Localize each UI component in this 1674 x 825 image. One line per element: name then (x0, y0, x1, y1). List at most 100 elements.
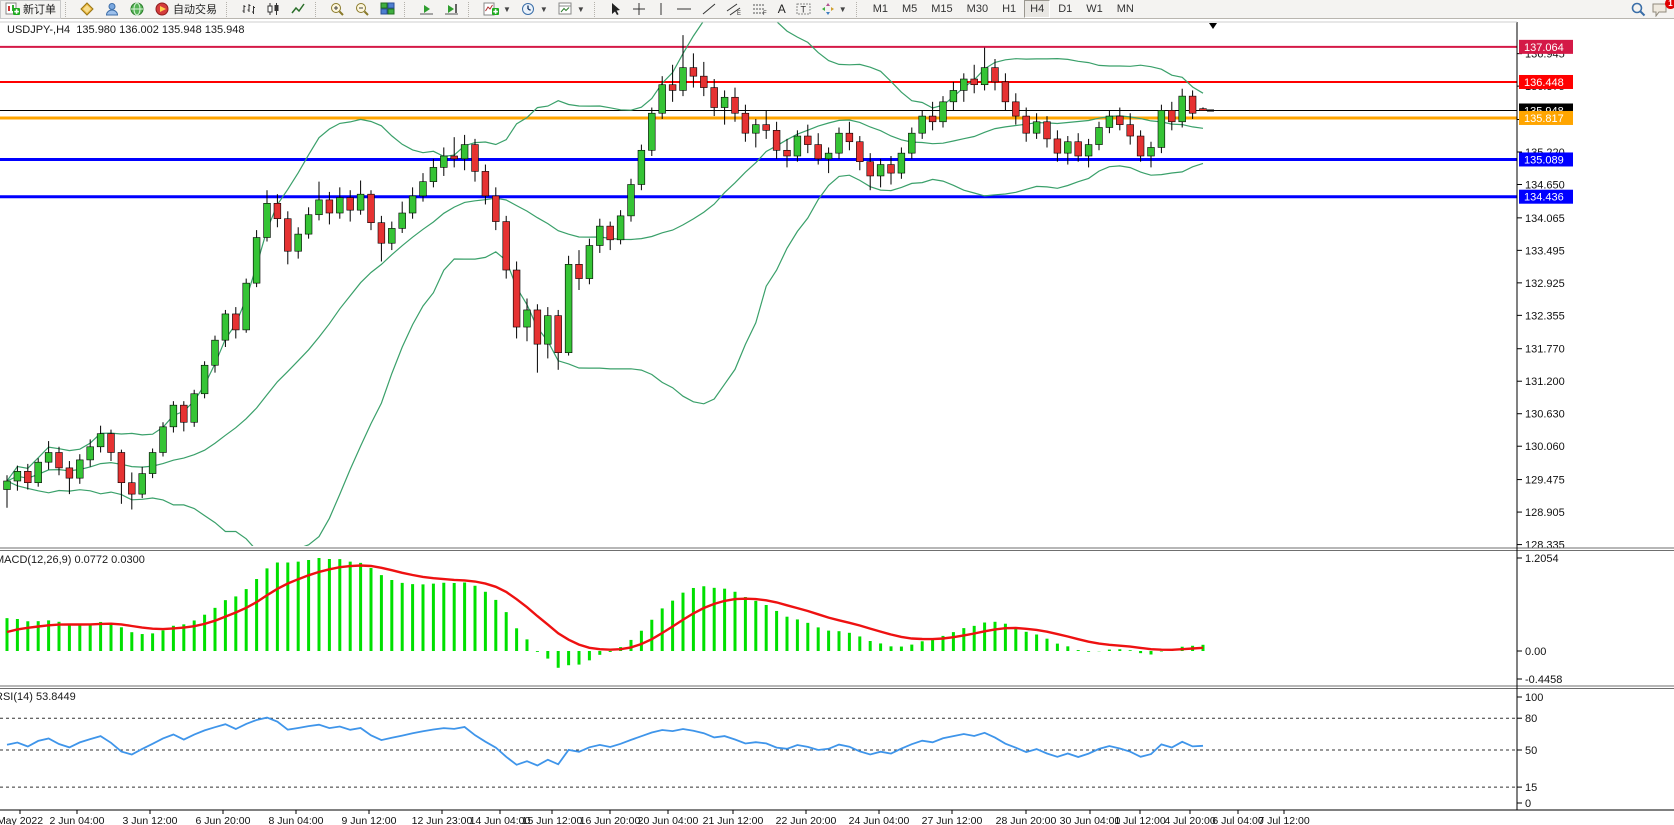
svg-text:16 Jun 20:00: 16 Jun 20:00 (580, 815, 641, 825)
bar-chart-button[interactable] (236, 0, 261, 19)
svg-text:6 Jul 04:00: 6 Jul 04:00 (1212, 815, 1264, 825)
autotrade-label: 自动交易 (173, 1, 217, 17)
chart-shift-button[interactable] (439, 0, 464, 19)
svg-text:24 Jun 04:00: 24 Jun 04:00 (849, 815, 910, 825)
svg-text:4 Jul 20:00: 4 Jul 20:00 (1164, 815, 1216, 825)
toolbar-separator (315, 2, 322, 17)
chevron-down-icon: ▼ (577, 5, 585, 14)
indicators-icon (483, 2, 499, 16)
zoom-out-button[interactable] (350, 0, 375, 19)
data-window-button[interactable] (100, 0, 125, 19)
tile-windows-icon (380, 2, 395, 16)
candlestick-chart-button[interactable] (261, 0, 286, 19)
macd-indicator-label: MACD(12,26,9) 0.0772 0.0300 (0, 554, 145, 566)
market-watch-button[interactable] (75, 0, 100, 19)
svg-text:136.448: 136.448 (1524, 77, 1564, 89)
svg-text:15: 15 (1525, 782, 1537, 794)
tab-timeframe-M5[interactable]: M5 (896, 0, 923, 18)
svg-text:100: 100 (1525, 692, 1543, 704)
zoom-out-icon (355, 2, 370, 16)
auto-scroll-icon (419, 2, 434, 16)
svg-text:130.060: 130.060 (1525, 441, 1565, 453)
svg-text:50: 50 (1525, 745, 1537, 757)
svg-text:135.817: 135.817 (1524, 113, 1564, 125)
tab-timeframe-M1[interactable]: M1 (867, 0, 894, 18)
toolbar-separator (226, 2, 233, 17)
svg-text:134.065: 134.065 (1525, 213, 1565, 225)
toolbar-separator (468, 2, 475, 17)
horizontal-line-tool-button[interactable] (671, 0, 697, 19)
autotrade-button[interactable]: 自动交易 (150, 0, 222, 19)
svg-text:128.905: 128.905 (1525, 507, 1565, 519)
new-order-label: 新订单 (23, 1, 56, 17)
arrows-icon (821, 2, 835, 16)
svg-text:9 Jun 12:00: 9 Jun 12:00 (342, 815, 397, 825)
tab-timeframe-H1[interactable]: H1 (996, 0, 1022, 18)
auto-scroll-button[interactable] (414, 0, 439, 19)
new-order-button[interactable]: 新订单 (0, 0, 61, 19)
navigator-button[interactable] (125, 0, 150, 19)
fibonacci-icon: F (752, 2, 768, 16)
fibonacci-tool-button[interactable]: F (747, 0, 773, 19)
market-watch-icon (80, 2, 95, 16)
trendline-tool-button[interactable] (697, 0, 721, 19)
svg-text:3 Jun 12:00: 3 Jun 12:00 (123, 815, 178, 825)
svg-text:128.335: 128.335 (1525, 540, 1565, 552)
svg-text:1 Jul 12:00: 1 Jul 12:00 (1114, 815, 1166, 825)
svg-text:21 Jun 12:00: 21 Jun 12:00 (703, 815, 764, 825)
svg-text:131.770: 131.770 (1525, 344, 1565, 356)
svg-text:0.00: 0.00 (1525, 646, 1546, 658)
svg-text:-0.4458: -0.4458 (1525, 674, 1562, 686)
new-order-icon (5, 2, 20, 16)
chevron-down-icon: ▼ (540, 5, 548, 14)
template-icon (558, 2, 573, 16)
tile-windows-button[interactable] (375, 0, 400, 19)
notification-badge: 1 (1665, 0, 1674, 9)
main-toolbar: 新订单 自动交易 (0, 0, 1674, 19)
svg-text:T: T (800, 5, 806, 15)
line-chart-button[interactable] (286, 0, 311, 19)
svg-text:129.475: 129.475 (1525, 475, 1565, 487)
toolbar-separator (856, 2, 863, 17)
svg-text:0: 0 (1525, 798, 1531, 810)
svg-text:15 Jun 12:00: 15 Jun 12:00 (522, 815, 583, 825)
profile-icon (105, 2, 120, 16)
tab-timeframe-MN[interactable]: MN (1111, 0, 1140, 18)
cursor-tool-button[interactable] (604, 0, 627, 19)
vertical-line-icon (656, 2, 666, 16)
zoom-in-button[interactable] (325, 0, 350, 19)
tab-timeframe-D1[interactable]: D1 (1052, 0, 1078, 18)
svg-text:2 Jun 04:00: 2 Jun 04:00 (50, 815, 105, 825)
vertical-line-tool-button[interactable] (651, 0, 671, 19)
tab-timeframe-H4[interactable]: H4 (1024, 0, 1050, 18)
templates-button[interactable]: ▼ (553, 0, 590, 19)
indicators-button[interactable]: ▼ (478, 0, 516, 19)
globe-icon (130, 2, 145, 16)
text-label-tool-button[interactable]: T (791, 0, 816, 19)
svg-text:22 Jun 20:00: 22 Jun 20:00 (776, 815, 837, 825)
tab-timeframe-M15[interactable]: M15 (925, 0, 958, 18)
arrows-tool-button[interactable]: ▼ (816, 0, 852, 19)
svg-text:134.436: 134.436 (1524, 192, 1564, 204)
periods-button[interactable]: ▼ (516, 0, 553, 19)
channel-tool-button[interactable]: E (721, 0, 747, 19)
svg-text:7 Jul 12:00: 7 Jul 12:00 (1258, 815, 1310, 825)
svg-text:80: 80 (1525, 713, 1537, 725)
chart-canvas[interactable]: 136.945136.375135.790135.220134.650134.0… (0, 19, 1674, 825)
bar-chart-icon (241, 2, 256, 16)
toolbar-separator (594, 2, 601, 17)
chart-window[interactable]: 136.945136.375135.790135.220134.650134.0… (0, 19, 1674, 825)
text-tool-button[interactable]: A (773, 0, 791, 19)
candlestick-chart-icon (266, 2, 281, 16)
svg-text:27 Jun 12:00: 27 Jun 12:00 (922, 815, 983, 825)
tab-timeframe-M30[interactable]: M30 (961, 0, 994, 18)
chevron-down-icon: ▼ (503, 5, 511, 14)
crosshair-tool-button[interactable] (627, 0, 651, 19)
tab-timeframe-W1[interactable]: W1 (1080, 0, 1109, 18)
svg-text:28 Jun 20:00: 28 Jun 20:00 (996, 815, 1057, 825)
horizontal-line-icon (676, 2, 692, 16)
chart-ohlc-title: USDJPY-,H4 135.980 136.002 135.948 135.9… (7, 24, 245, 36)
svg-text:134.650: 134.650 (1525, 180, 1565, 192)
notifications-button[interactable]: 1 (1652, 2, 1670, 17)
search-icon[interactable] (1631, 2, 1646, 17)
